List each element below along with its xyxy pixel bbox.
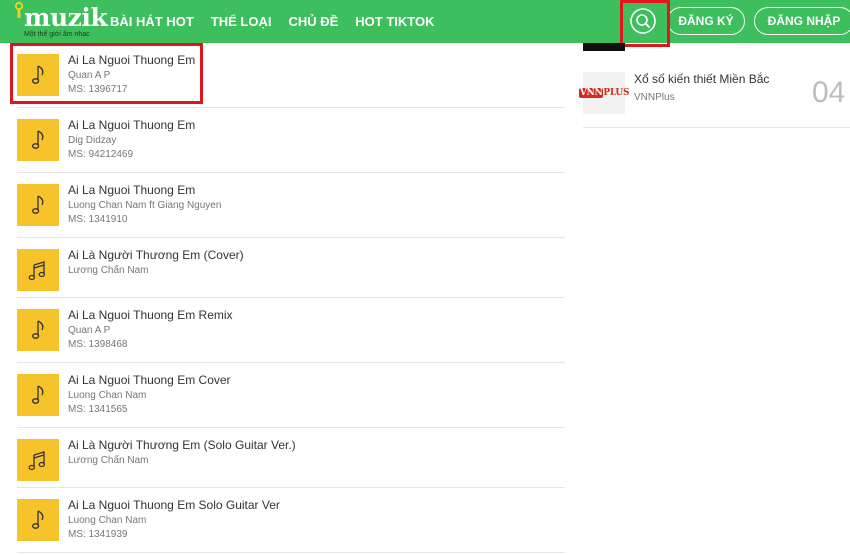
login-button[interactable]: ĐĂNG NHẬP bbox=[754, 7, 850, 35]
song-artist[interactable]: Quan A P bbox=[68, 70, 110, 81]
single-note-icon bbox=[31, 510, 44, 529]
song-title[interactable]: Ai La Nguoi Thuong Em bbox=[68, 53, 195, 67]
search-button[interactable] bbox=[627, 6, 659, 36]
logo-wordmark: muzik bbox=[24, 3, 108, 32]
plus-logo-text: PLUS bbox=[603, 88, 630, 98]
song-thumbnail bbox=[17, 439, 59, 481]
song-title[interactable]: Ai La Nguoi Thuong Em bbox=[68, 118, 195, 132]
song-artist[interactable]: Lương Chấn Nam bbox=[68, 455, 149, 466]
song-thumbnail bbox=[17, 499, 59, 541]
song-result-list: Ai La Nguoi Thuong Em Quan A P MS: 13967… bbox=[17, 43, 565, 553]
song-row[interactable]: Ai La Nguoi Thuong Em Cover Luong Chan N… bbox=[17, 363, 565, 428]
nav-hot-tiktok[interactable]: HOT TIKTOK bbox=[355, 0, 434, 43]
song-thumbnail bbox=[17, 249, 59, 291]
main-nav: BÀI HÁT HOT THỂ LOẠI CHỦ ĐỀ HOT TIKTOK bbox=[110, 0, 452, 43]
single-note-icon bbox=[31, 130, 44, 149]
side-item-source: VNNPlus bbox=[634, 92, 675, 103]
double-note-icon bbox=[28, 451, 46, 471]
song-thumbnail bbox=[17, 54, 59, 96]
song-thumbnail bbox=[17, 309, 59, 351]
vnn-logo-text: VNN bbox=[578, 88, 604, 98]
song-row[interactable]: Ai La Nguoi Thuong Em Remix Quan A P MS:… bbox=[17, 298, 565, 363]
song-row[interactable]: Ai La Nguoi Thuong Em Luong Chan Nam ft … bbox=[17, 173, 565, 238]
nav-genres[interactable]: THỂ LOẠI bbox=[211, 0, 272, 43]
side-item-rank: 04 bbox=[812, 76, 846, 109]
imuzik-logo[interactable]: muzik Một thế giới âm nhạc bbox=[10, 2, 108, 40]
song-thumbnail bbox=[17, 184, 59, 226]
song-code: MS: 94212469 bbox=[68, 149, 134, 160]
single-note-icon bbox=[31, 65, 44, 84]
song-title[interactable]: Ai Là Người Thương Em (Cover) bbox=[68, 248, 244, 262]
song-code: MS: 1341910 bbox=[68, 214, 128, 225]
song-artist[interactable]: Luong Chan Nam bbox=[68, 390, 146, 401]
song-thumbnail bbox=[17, 374, 59, 416]
nav-topics[interactable]: CHỦ ĐỀ bbox=[288, 0, 338, 43]
song-title[interactable]: Ai La Nguoi Thuong Em bbox=[68, 183, 195, 197]
song-code: MS: 1341939 bbox=[68, 529, 128, 540]
song-artist[interactable]: Lương Chấn Nam bbox=[68, 265, 149, 276]
song-row[interactable]: Ai La Nguoi Thuong Em Solo Guitar Ver Lu… bbox=[17, 488, 565, 553]
nav-hot-songs[interactable]: BÀI HÁT HOT bbox=[110, 0, 194, 43]
song-code: MS: 1396717 bbox=[68, 84, 128, 95]
vnnplus-logo: VNNPLUS bbox=[578, 72, 629, 114]
single-note-icon bbox=[31, 320, 44, 339]
side-item-title[interactable]: Xổ số kiến thiết Miền Bắc bbox=[634, 72, 769, 86]
search-icon bbox=[630, 8, 656, 34]
song-row[interactable]: Ai Là Người Thương Em (Solo Guitar Ver.)… bbox=[17, 428, 565, 488]
song-code: MS: 1398468 bbox=[68, 339, 128, 350]
song-title[interactable]: Ai La Nguoi Thuong Em Remix bbox=[68, 308, 233, 322]
side-news-item[interactable]: VNNPLUS Xổ số kiến thiết Miền Bắc VNNPlu… bbox=[578, 62, 850, 128]
song-artist[interactable]: Quan A P bbox=[68, 325, 110, 336]
single-note-icon bbox=[31, 385, 44, 404]
song-artist[interactable]: Luong Chan Nam ft Giang Nguyen bbox=[68, 200, 221, 211]
song-row[interactable]: Ai La Nguoi Thuong Em Dig Didzay MS: 942… bbox=[17, 108, 565, 173]
song-title[interactable]: Ai La Nguoi Thuong Em Solo Guitar Ver bbox=[68, 498, 280, 512]
song-row[interactable]: Ai Là Người Thương Em (Cover) Lương Chấn… bbox=[17, 238, 565, 298]
single-note-icon bbox=[31, 195, 44, 214]
song-artist[interactable]: Luong Chan Nam bbox=[68, 515, 146, 526]
song-row[interactable]: Ai La Nguoi Thuong Em Quan A P MS: 13967… bbox=[17, 43, 565, 108]
song-title[interactable]: Ai Là Người Thương Em (Solo Guitar Ver.) bbox=[68, 438, 296, 452]
song-title[interactable]: Ai La Nguoi Thuong Em Cover bbox=[68, 373, 231, 387]
top-header: muzik Một thế giới âm nhạc BÀI HÁT HOT T… bbox=[0, 0, 850, 43]
double-note-icon bbox=[28, 261, 46, 281]
song-code: MS: 1341565 bbox=[68, 404, 128, 415]
logo-slogan: Một thế giới âm nhạc bbox=[24, 31, 90, 38]
song-thumbnail bbox=[17, 119, 59, 161]
side-item-thumbnail-partial[interactable] bbox=[583, 43, 625, 51]
song-artist[interactable]: Dig Didzay bbox=[68, 135, 116, 146]
register-button[interactable]: ĐĂNG KÝ bbox=[667, 7, 745, 35]
